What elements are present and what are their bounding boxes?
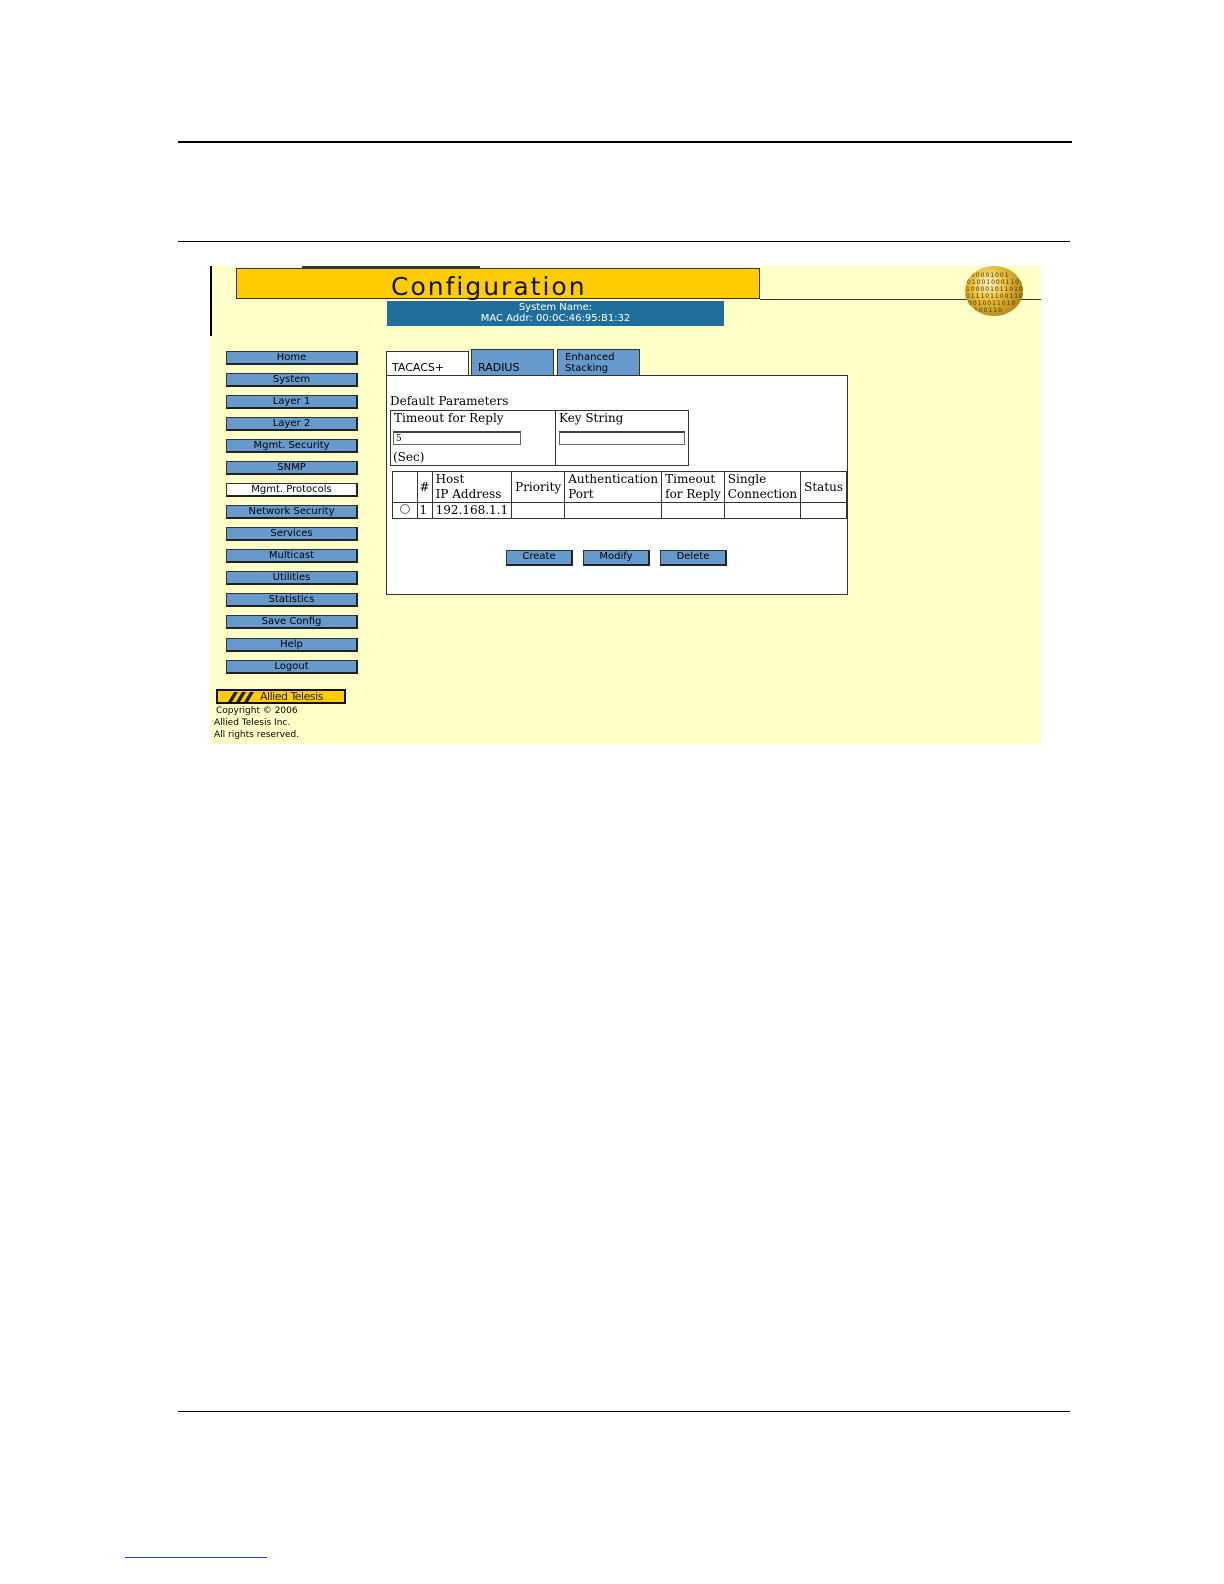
copyright-line-3: All rights reserved. [214,730,300,740]
column-header-auth-line-2: Port [568,487,594,501]
column-header-auth-port: Authentication Port [564,471,663,503]
row-host-ip: 192.168.1.1 [431,502,513,519]
page-top-rule [178,141,1072,143]
default-parameters-title: Default Parameters [390,394,509,408]
sidebar-item-network-security[interactable]: Network Security [226,505,358,519]
system-name-label: System Name: [518,302,593,313]
sidebar-item-layer-1[interactable]: Layer 1 [226,395,358,409]
timeout-label: Timeout for Reply [394,411,504,425]
sidebar-item-services[interactable]: Services [226,527,358,541]
modify-button[interactable]: Modify [583,550,650,566]
tab-radius[interactable]: RADIUS [471,349,554,375]
table-header-row: # Host IP Address Priority Authenticatio… [392,471,847,503]
column-header-timeout-line-2: for Reply [665,487,721,501]
row-status [800,502,847,519]
sidebar-item-system[interactable]: System [226,373,358,387]
sidebar-item-mgmt-protocols[interactable]: Mgmt. Protocols [226,483,358,497]
sidebar-item-utilities[interactable]: Utilities [226,571,358,585]
sidebar-item-home[interactable]: Home [226,351,358,365]
column-header-num: # [416,471,433,503]
allied-telesis-logo[interactable]: Allied Telesis [216,689,346,704]
globe-icon: 00001001 010010001100 100001011010 01110… [965,266,1023,316]
page-title: Configuration [391,272,587,301]
timeout-unit: (Sec) [393,450,425,464]
row-auth-port [564,502,663,519]
sidebar-item-multicast[interactable]: Multicast [226,549,358,563]
delete-button[interactable]: Delete [660,550,727,566]
sidebar-item-layer-2[interactable]: Layer 2 [226,417,358,431]
column-header-status: Status [800,471,847,503]
row-single-connection [723,502,802,519]
tab-tacacs-label: TACACS+ [392,361,445,374]
column-header-timeout: Timeout for Reply [661,471,725,503]
column-header-host-line-1: Host [435,472,465,486]
page-bottom-rule [178,1411,1070,1412]
row-select-radio[interactable] [399,504,410,514]
title-bar: Configuration [236,268,760,301]
column-header-single-line-2: Connection [727,487,798,501]
tab-tacacs[interactable]: TACACS+ [386,351,469,375]
column-header-timeout-line-1: Timeout [665,472,716,486]
logo-text: Allied Telesis [260,690,323,703]
tacacs-hosts-table: # Host IP Address Priority Authenticatio… [392,471,847,519]
column-header-priority: Priority [511,471,566,503]
key-string-label: Key String [559,411,624,425]
copyright-line-2: Allied Telesis Inc. [214,718,291,728]
column-header-auth-line-1: Authentication [568,472,659,486]
mac-address: MAC Addr: 00:0C:46:95:B1:32 [480,313,631,324]
row-priority [511,502,566,519]
logo-mark-icon [228,692,254,702]
sidebar-item-statistics[interactable]: Statistics [226,593,358,607]
timeout-input[interactable]: 5 [393,430,521,445]
column-header-host: Host IP Address [431,471,513,503]
sidebar-item-snmp[interactable]: SNMP [226,461,358,475]
select-column-header [392,471,418,503]
copyright-line-1: Copyright © 2006 [216,706,298,716]
column-header-single-connection: Single Connection [723,471,802,503]
default-parameters-table: Timeout for Reply 5 (Sec) Key String [390,410,689,466]
row-num: 1 [416,502,433,519]
create-button[interactable]: Create [506,550,573,566]
footer-link-underline [125,1557,267,1558]
column-header-single-line-1: Single [727,472,767,486]
tacacs-panel: Default Parameters Timeout for Reply 5 (… [386,375,848,595]
row-timeout [661,502,725,519]
tab-enhanced-stacking-label-1: Enhanced [565,352,615,363]
sidebar-item-logout[interactable]: Logout [226,660,358,674]
web-ui-screenshot: Configuration System Name: MAC Addr: 00:… [210,266,1041,744]
column-header-host-line-2: IP Address [435,487,502,501]
sidebar-item-save-config[interactable]: Save Config [226,615,358,629]
tab-enhanced-stacking[interactable]: Enhanced Stacking [557,349,640,375]
page-section-rule [178,241,1070,242]
tab-radius-label: RADIUS [478,361,520,374]
tab-enhanced-stacking-label-2: Stacking [565,363,609,374]
key-string-input[interactable] [559,430,685,445]
frame-border [210,266,212,336]
table-row: 1 192.168.1.1 [392,502,847,519]
sidebar-item-mgmt-security[interactable]: Mgmt. Security [226,439,358,453]
sidebar-item-help[interactable]: Help [226,638,358,652]
system-info-box: System Name: MAC Addr: 00:0C:46:95:B1:32 [387,301,724,326]
